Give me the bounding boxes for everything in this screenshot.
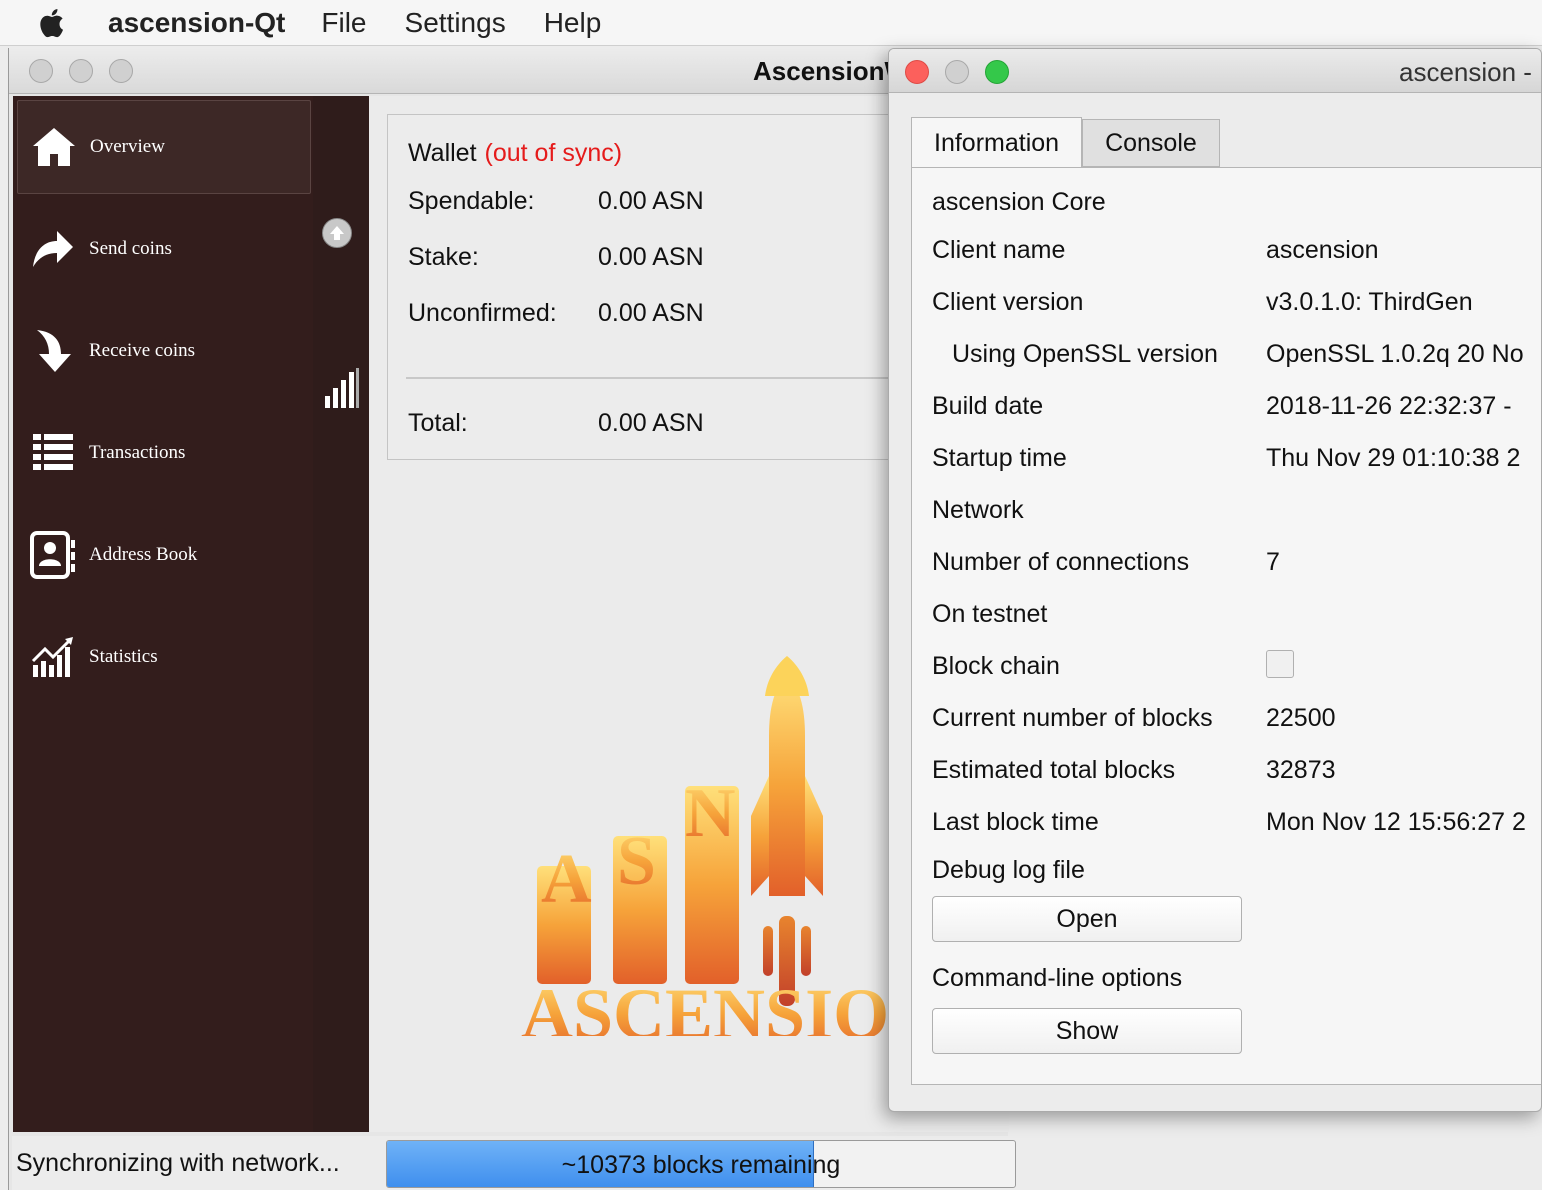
client-name-label: Client name <box>932 236 1066 264</box>
sidebar-item-statistics[interactable]: Statistics <box>17 610 311 704</box>
sidebar-item-receive-coins[interactable]: Receive coins <box>17 304 311 398</box>
estimated-blocks-label: Estimated total blocks <box>932 756 1176 784</box>
sync-progress-bar: ~10373 blocks remaining <box>386 1140 1016 1188</box>
network-heading: Network <box>932 496 1024 524</box>
stake-label: Stake: <box>408 243 479 271</box>
blockchain-heading: Block chain <box>932 652 1060 680</box>
minimize-button[interactable] <box>69 59 93 83</box>
sidebar-item-label: Receive coins <box>89 340 196 361</box>
close-button[interactable] <box>905 60 929 84</box>
client-name-value: ascension <box>1266 236 1379 264</box>
out-of-sync-warning[interactable]: (out of sync) <box>485 139 623 167</box>
estimated-blocks-value: 32873 <box>1266 756 1336 784</box>
signal-strength-icon[interactable] <box>325 366 359 415</box>
toolbar-column <box>313 96 369 1132</box>
debug-tabs: Information Console <box>911 117 1220 169</box>
logo-letter-a: A <box>541 841 592 918</box>
total-value: 0.00 ASN <box>598 409 704 437</box>
logo-wordmark: ASCENSION <box>521 974 899 1036</box>
current-blocks-value: 22500 <box>1266 704 1336 732</box>
cmdline-options-label: Command-line options <box>932 964 1183 992</box>
debug-window: ascension - Information Console ascensio… <box>888 48 1542 1112</box>
sidebar-item-label: Address Book <box>89 544 198 565</box>
client-version-label: Client version <box>932 288 1084 316</box>
debug-log-label: Debug log file <box>932 856 1085 884</box>
testnet-checkbox <box>1266 650 1294 678</box>
information-panel: ascension Core Client name ascension Cli… <box>911 167 1541 1085</box>
spendable-value: 0.00 ASN <box>598 187 704 215</box>
show-cmdline-button[interactable]: Show <box>932 1008 1242 1054</box>
show-button-label: Show <box>1055 1016 1119 1045</box>
arrow-up-icon[interactable] <box>322 218 352 248</box>
sidebar: Overview Send coins Receive coins Transa… <box>13 96 313 1132</box>
zoom-button[interactable] <box>985 60 1009 84</box>
minimize-button[interactable] <box>945 60 969 84</box>
apple-icon[interactable] <box>0 7 108 39</box>
sidebar-item-overview[interactable]: Overview <box>17 100 311 194</box>
sidebar-item-label: Transactions <box>89 442 186 463</box>
build-date-value: 2018-11-26 22:32:37 - <box>1266 392 1512 420</box>
unconfirmed-value: 0.00 ASN <box>598 299 704 327</box>
client-version-value: v3.0.1.0: ThirdGen <box>1266 288 1473 316</box>
wallet-window-title: AscensionW <box>753 56 910 86</box>
ascension-logo: A S N ASCENSION <box>499 596 941 1054</box>
status-bar: Synchronizing with network... ~10373 blo… <box>12 1136 1542 1190</box>
total-label: Total: <box>408 409 468 437</box>
connections-label: Number of connections <box>932 548 1190 576</box>
wallet-heading: Wallet (out of sync) <box>408 139 622 168</box>
receive-arrow-icon <box>25 323 81 379</box>
menu-help[interactable]: Help <box>544 7 602 39</box>
sidebar-item-transactions[interactable]: Transactions <box>17 406 311 500</box>
tab-information[interactable]: Information <box>911 117 1083 169</box>
startup-time-label: Startup time <box>932 444 1067 472</box>
menu-file[interactable]: File <box>321 7 366 39</box>
menubar-app-name[interactable]: ascension-Qt <box>108 7 285 39</box>
wallet-window: AscensionW Overview Send coins Receive c… <box>8 48 1009 1190</box>
build-date-label: Build date <box>932 392 1044 420</box>
current-blocks-label: Current number of blocks <box>932 704 1213 732</box>
sync-status-text: Synchronizing with network... <box>16 1149 340 1177</box>
wallet-title: Wallet <box>408 139 477 167</box>
send-arrow-icon <box>25 221 81 277</box>
home-icon <box>26 119 82 175</box>
openssl-value: OpenSSL 1.0.2q 20 No <box>1266 340 1524 368</box>
list-icon <box>25 425 81 481</box>
menubar: ascension-Qt File Settings Help <box>0 0 1542 46</box>
tab-information-label: Information <box>934 129 1060 157</box>
chart-icon <box>25 629 81 685</box>
open-debug-log-button[interactable]: Open <box>932 896 1242 942</box>
sync-progress-label: ~10373 blocks remaining <box>561 1151 841 1179</box>
last-block-time-label: Last block time <box>932 808 1099 836</box>
spendable-label: Spendable: <box>408 187 535 215</box>
stake-value: 0.00 ASN <box>598 243 704 271</box>
tab-console[interactable]: Console <box>1082 119 1220 167</box>
testnet-label: On testnet <box>932 600 1048 628</box>
sidebar-item-address-book[interactable]: Address Book <box>17 508 311 602</box>
contact-book-icon <box>25 527 81 583</box>
sidebar-item-label: Statistics <box>89 646 158 667</box>
zoom-button[interactable] <box>109 59 133 83</box>
startup-time-value: Thu Nov 29 01:10:38 2 <box>1266 444 1521 472</box>
debug-titlebar[interactable]: ascension - <box>889 49 1541 93</box>
sidebar-item-label: Send coins <box>89 238 172 259</box>
close-button[interactable] <box>29 59 53 83</box>
unconfirmed-label: Unconfirmed: <box>408 299 557 327</box>
menu-settings[interactable]: Settings <box>405 7 506 39</box>
core-heading: ascension Core <box>932 188 1106 216</box>
open-button-label: Open <box>1056 904 1118 933</box>
last-block-time-value: Mon Nov 12 15:56:27 2 <box>1266 808 1526 836</box>
debug-window-title: ascension - <box>1399 57 1532 87</box>
logo-letter-n: N <box>685 775 736 852</box>
connections-value: 7 <box>1266 548 1280 576</box>
tab-console-label: Console <box>1105 128 1197 157</box>
sidebar-item-label: Overview <box>90 136 165 157</box>
openssl-label: Using OpenSSL version <box>952 340 1218 368</box>
wallet-titlebar[interactable]: AscensionW <box>9 48 1008 94</box>
sidebar-item-send-coins[interactable]: Send coins <box>17 202 311 296</box>
logo-letter-s: S <box>617 823 656 900</box>
